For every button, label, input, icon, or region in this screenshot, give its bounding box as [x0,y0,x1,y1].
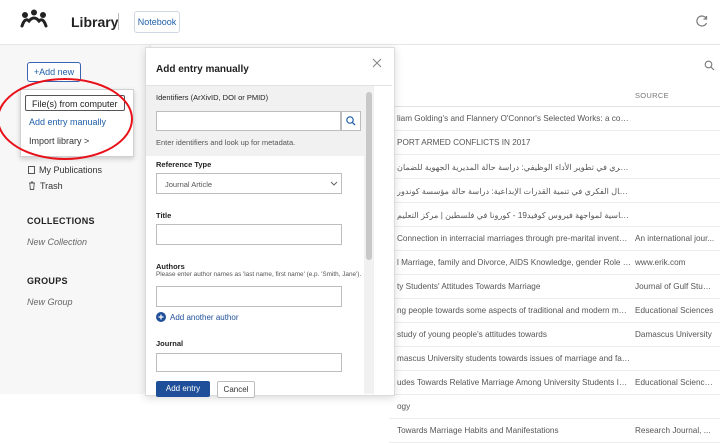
row-source: Educational Sciences [635,306,714,315]
row-source: Damascus University [635,330,712,339]
title-input[interactable] [156,224,342,245]
dialog-title: Add entry manually [156,64,249,75]
journal-input[interactable] [156,353,342,372]
add-entry-button[interactable]: Add entry [156,381,210,397]
identifiers-input[interactable] [156,111,341,131]
source-column-header[interactable]: SOURCE [635,91,669,100]
add-another-author-button[interactable]: Add another author [156,312,239,322]
trash-icon [29,181,35,190]
author-input[interactable] [156,286,342,307]
title-divider [118,13,119,30]
sync-icon[interactable] [694,13,710,29]
table-row[interactable]: study of young people's attitudes toward… [389,323,720,347]
lookup-button[interactable] [341,111,361,131]
sidebar-item-label: My Publications [39,165,103,175]
row-source: Journal of Gulf Studi... [635,282,715,291]
row-title: ogy [397,402,411,411]
row-title: PORT ARMED CONFLICTS IN 2017 [397,138,531,147]
row-title: ng people towards some aspects of tradit… [397,306,631,315]
table-row[interactable]: l Marriage, family and Divorce, AIDS Kno… [389,251,720,275]
row-source: An international jour... [635,234,715,243]
sidebar-item-label: Trash [40,181,63,191]
groups-heading: GROUPS [27,276,68,286]
identifiers-hint: Enter identifiers and look up for metada… [156,138,296,147]
reference-type-value: Journal Article [165,180,213,189]
sidebar-item-trash[interactable]: Trash [28,181,63,191]
row-source: Educational Science... [635,378,715,387]
row-title: udes Towards Relative Marriage Among Uni… [397,378,631,387]
authors-label: Authors [156,262,185,271]
row-title: قرارات ومراسيم رئاسية لمواجهة فيروس كوفي… [397,211,631,220]
table-row[interactable]: دور رأس المال الفكري في تطوير الأداء الو… [389,155,720,179]
plus-circle-icon [156,312,166,322]
close-icon[interactable] [371,57,383,69]
list-column-header [389,78,720,107]
row-title: دور رأس المال الفكري في تطوير الأداء الو… [397,163,631,172]
notebook-button[interactable]: Notebook [134,11,180,33]
table-row[interactable]: PORT ARMED CONFLICTS IN 2017 [389,131,720,155]
row-title: Towards Marriage Habits and Manifestatio… [397,426,559,435]
search-icon[interactable] [704,60,715,71]
row-title: ty Students' Attitudes Towards Marriage [397,282,541,291]
row-title: mascus University students towards issue… [397,354,631,363]
add-another-author-label: Add another author [170,313,239,322]
table-row[interactable]: udes Towards Relative Marriage Among Uni… [389,371,720,395]
journal-label: Journal [156,339,184,348]
new-group-link[interactable]: New Group [27,297,73,307]
table-row[interactable]: ng people towards some aspects of tradit… [389,299,720,323]
table-row[interactable]: liam Golding's and Flannery O'Connor's S… [389,107,720,131]
row-title: دور الاستثمار في رأس المال الفكري في تنم… [397,187,631,196]
title-label: Title [156,211,172,220]
table-row[interactable]: ogy [389,395,720,419]
reference-type-label: Reference Type [156,160,212,169]
row-title: liam Golding's and Flannery O'Connor's S… [397,114,631,123]
authors-hint: Please enter author names as 'last name,… [156,271,362,278]
app-title[interactable]: Library [71,14,118,30]
row-title: Connection in interracial marriages thro… [397,234,631,243]
identifiers-label: Identifiers (ArXivID, DOI or PMID) [156,93,269,102]
table-row[interactable]: Towards Marriage Habits and Manifestatio… [389,419,720,443]
table-row[interactable]: قرارات ومراسيم رئاسية لمواجهة فيروس كوفي… [389,203,720,227]
table-row[interactable]: mascus University students towards issue… [389,347,720,371]
cancel-button[interactable]: Cancel [217,381,255,398]
new-collection-link[interactable]: New Collection [27,237,87,247]
dialog-scrollbar-thumb[interactable] [366,92,372,260]
publications-icon [28,166,35,174]
row-source: www.erik.com [635,258,686,267]
table-row[interactable]: دور الاستثمار في رأس المال الفكري في تنم… [389,179,720,203]
table-row[interactable]: Connection in interracial marriages thro… [389,227,720,251]
mendeley-logo-icon[interactable] [20,9,48,29]
row-source: Research Journal, ... [635,426,711,435]
chevron-down-icon [330,181,338,186]
sidebar-item-my-publications[interactable]: My Publications [28,165,102,175]
search-icon [346,116,356,126]
collections-heading: COLLECTIONS [27,216,95,226]
table-row[interactable]: ty Students' Attitudes Towards Marriage J… [389,275,720,299]
annotation-circle [0,78,133,160]
row-title: l Marriage, family and Divorce, AIDS Kno… [397,258,631,267]
row-title: study of young people's attitudes toward… [397,330,547,339]
reference-type-select[interactable]: Journal Article [156,173,342,194]
